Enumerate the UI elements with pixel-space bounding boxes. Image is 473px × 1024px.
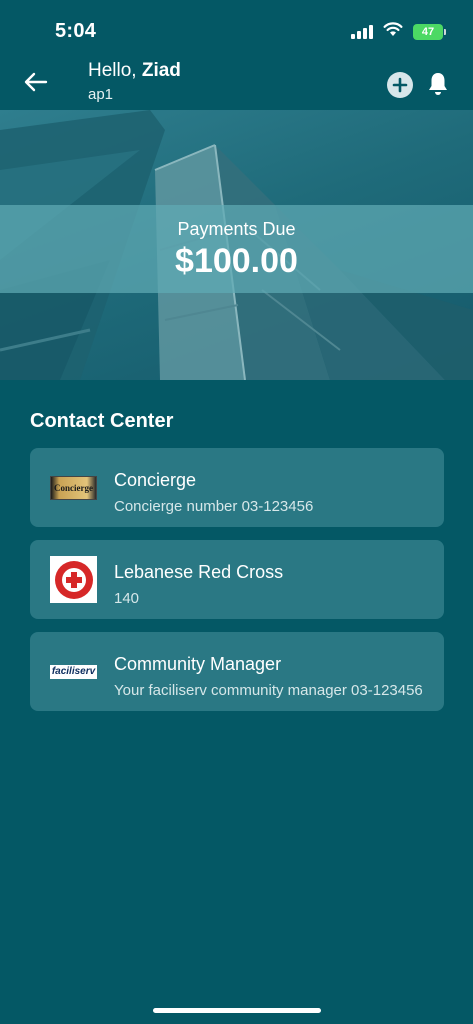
notifications-button[interactable] — [425, 70, 451, 98]
app-header: Hello, Ziad ap1 — [0, 56, 473, 110]
contact-center-title: Contact Center — [30, 410, 174, 432]
battery-level: 47 — [421, 26, 435, 38]
contact-card-title: Concierge — [114, 470, 197, 490]
signal-icon — [351, 25, 373, 39]
status-bar: 5:04 47 — [0, 0, 473, 56]
bell-icon — [429, 73, 447, 95]
home-indicator[interactable] — [153, 1008, 321, 1013]
concierge-logo-text: Concierge — [54, 482, 93, 493]
contact-card-title: Lebanese Red Cross — [114, 562, 284, 582]
red-cross-logo — [50, 556, 97, 603]
contact-card-community-manager[interactable]: faciliserv Community Manager Your facili… — [30, 632, 444, 711]
hero-banner: Payments Due $100.00 — [0, 110, 473, 380]
faciliserv-logo-text: faciliserv — [51, 666, 96, 677]
contact-card-subtitle: 140 — [114, 590, 140, 607]
payments-due-label: Payments Due — [177, 219, 296, 239]
red-cross-icon — [54, 560, 93, 599]
status-icons: 47 — [351, 22, 446, 42]
concierge-logo: Concierge — [50, 464, 97, 511]
unit-label: ap1 — [88, 86, 114, 103]
contact-card-concierge[interactable]: Concierge Concierge Concierge number 03-… — [30, 448, 444, 527]
contact-card-subtitle: Concierge number 03-123456 — [114, 498, 314, 515]
add-icon — [392, 77, 408, 93]
battery-icon: 47 — [413, 24, 446, 40]
faciliserv-logo: faciliserv — [50, 648, 97, 695]
add-button[interactable] — [387, 72, 413, 98]
back-button[interactable] — [20, 66, 52, 98]
greeting-text: Hello, — [88, 60, 137, 81]
contact-card-title: Community Manager — [114, 654, 282, 674]
contact-card-red-cross[interactable]: Lebanese Red Cross 140 — [30, 540, 444, 619]
contact-card-subtitle: Your faciliserv community manager 03-123… — [114, 682, 423, 699]
back-arrow-icon — [24, 72, 48, 92]
payments-due-banner[interactable]: Payments Due $100.00 — [0, 205, 473, 293]
status-time: 5:04 — [55, 20, 97, 42]
payments-due-amount: $100.00 — [175, 242, 298, 280]
greeting: Hello, Ziad — [88, 60, 181, 82]
wifi-icon — [383, 22, 403, 42]
user-name: Ziad — [141, 60, 181, 81]
